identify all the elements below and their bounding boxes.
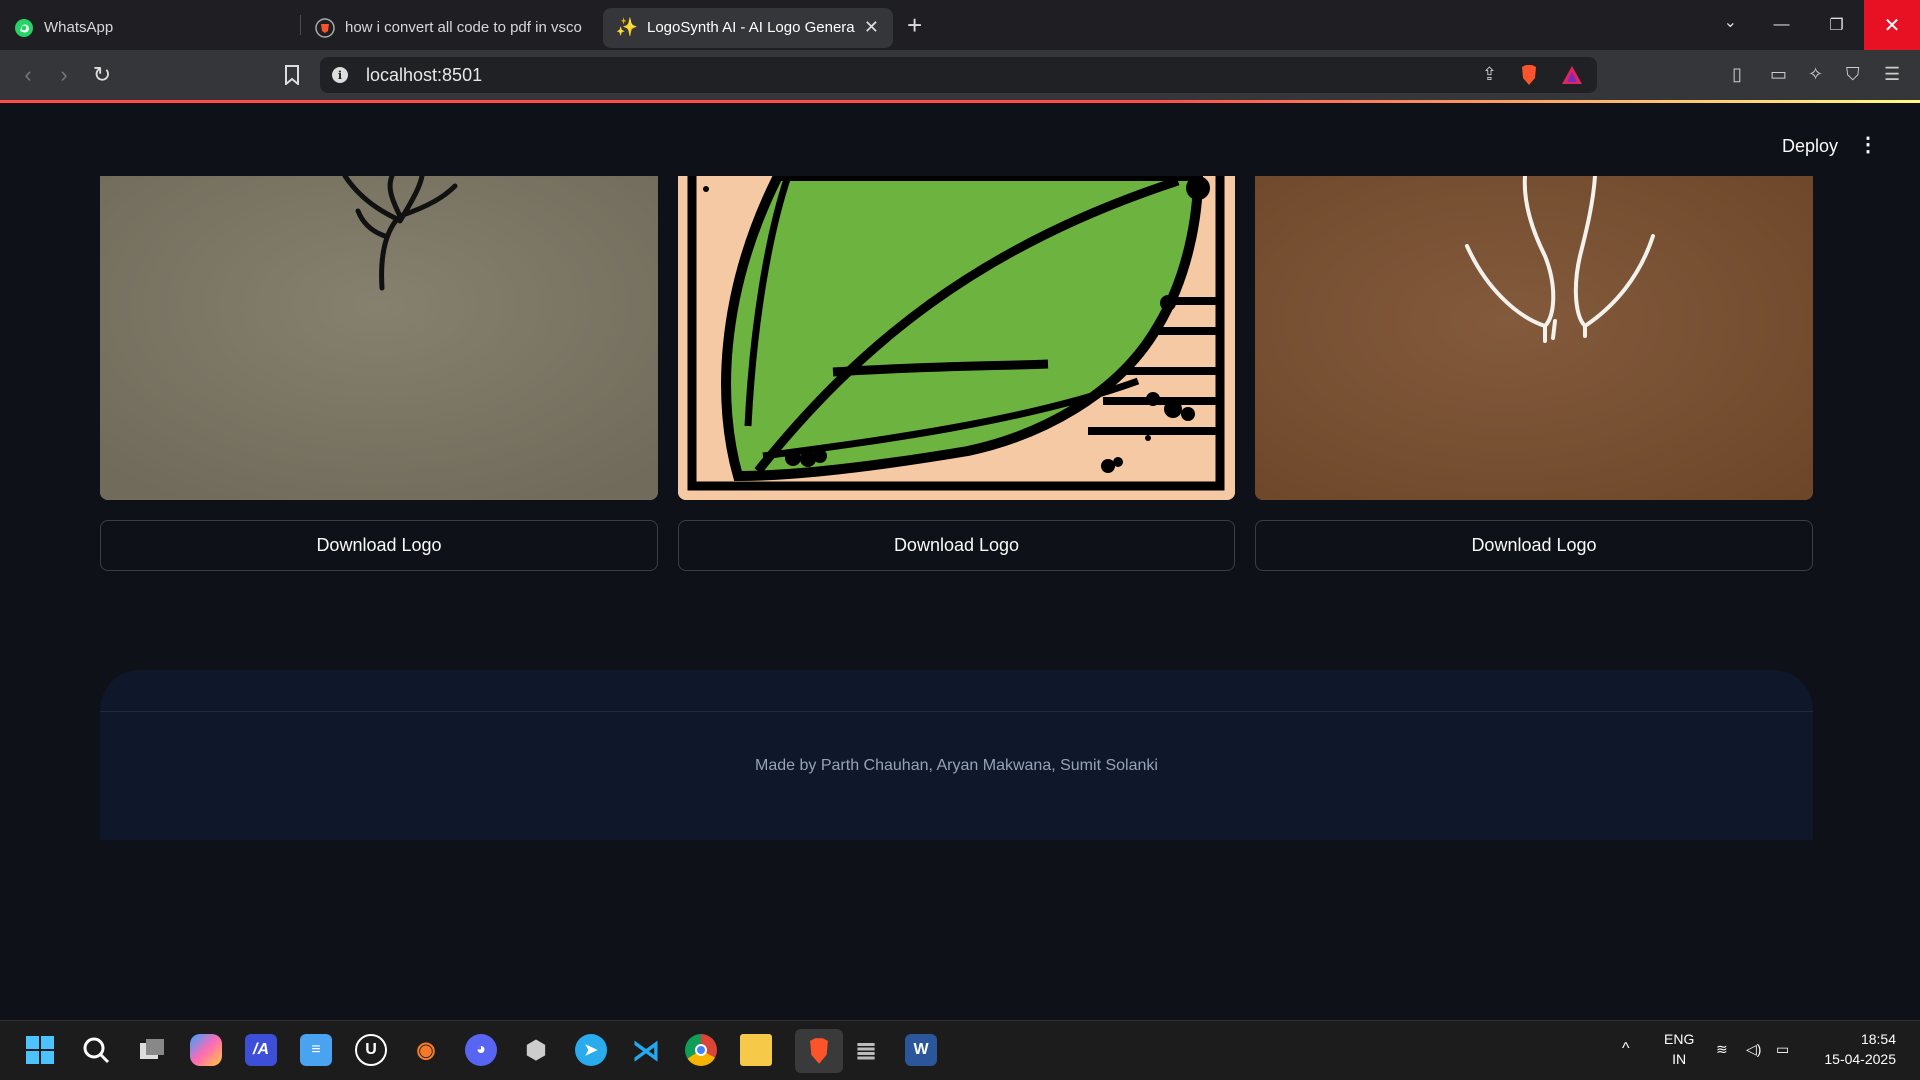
volume-icon[interactable]: ◁) (1746, 1039, 1761, 1059)
date: 15-04-2025 (1824, 1051, 1896, 1067)
leo-ai-icon[interactable]: ✧ (1808, 64, 1823, 85)
discord-icon[interactable]: ◕ (465, 1034, 497, 1066)
tab-logosynth[interactable]: ✨ LogoSynth AI - AI Logo Genera ✕ (603, 7, 893, 48)
reload-icon[interactable]: ↻ (84, 57, 120, 93)
forward-icon[interactable]: › (46, 57, 82, 93)
brave-shields-icon[interactable] (1519, 64, 1539, 91)
close-window-icon[interactable]: ✕ (1864, 0, 1920, 50)
task-view-icon[interactable] (136, 1034, 168, 1066)
footer-divider (100, 711, 1813, 712)
database-icon[interactable]: ≣ (850, 1034, 882, 1066)
browser-tab-bar: WhatsApp how i convert all code to pdf i… (0, 0, 1920, 50)
wifi-icon[interactable]: ≋ (1716, 1039, 1728, 1059)
logo-image-3 (1255, 176, 1813, 500)
logo-image-1 (100, 176, 658, 500)
address-bar[interactable]: i localhost:8501 ⇪ (320, 57, 1597, 93)
tab-title: LogoSynth AI - AI Logo Genera (647, 19, 855, 36)
share-icon[interactable]: ⇪ (1482, 64, 1497, 85)
search-icon[interactable] (80, 1034, 112, 1066)
minimize-icon[interactable]: — (1754, 0, 1809, 50)
language-code: ENG (1664, 1031, 1695, 1047)
brave-rewards-icon[interactable] (1561, 65, 1583, 90)
notepad-icon[interactable]: ≡ (300, 1034, 332, 1066)
chrome-icon[interactable] (685, 1034, 717, 1066)
windows-start-icon[interactable] (24, 1034, 56, 1066)
battery-icon[interactable]: ▭ (1776, 1039, 1789, 1059)
word-icon[interactable]: W (905, 1034, 937, 1066)
tab-list-chevron-icon[interactable]: ⌄ (1724, 12, 1737, 32)
back-icon[interactable]: ‹ (10, 57, 46, 93)
download-logo-button-1[interactable]: Download Logo (100, 520, 658, 571)
language-indicator[interactable]: ENG IN (1664, 1029, 1694, 1069)
file-explorer-icon[interactable] (740, 1034, 772, 1066)
tab-title: WhatsApp (44, 19, 114, 36)
app-page: Deploy ⋮ Download Logo Download Logo Dow… (0, 103, 1920, 1020)
brave-browser-icon[interactable] (795, 1029, 843, 1073)
deploy-button[interactable]: Deploy (1782, 136, 1838, 157)
blender-icon[interactable]: ◉ (410, 1034, 442, 1066)
region-code: IN (1672, 1051, 1687, 1067)
download-logo-button-2[interactable]: Download Logo (678, 520, 1235, 571)
vscode-icon[interactable]: ⋊ (630, 1034, 662, 1066)
download-logo-button-3[interactable]: Download Logo (1255, 520, 1813, 571)
copilot-icon[interactable] (190, 1034, 222, 1066)
site-info-icon[interactable]: i (332, 67, 348, 83)
taskbar: /A ≡ U ◉ ◕ ⬢ ➤ ⋊ ≣ W ^ ENG IN ≋ ◁) ▭ 18:… (0, 1020, 1920, 1080)
menu-icon[interactable]: ☰ (1884, 64, 1900, 85)
whatsapp-icon (14, 18, 34, 38)
sparkles-icon: ✨ (615, 17, 639, 37)
footer-credits: Made by Parth Chauhan, Aryan Makwana, Su… (755, 757, 1158, 774)
tab-search[interactable]: how i convert all code to pdf in vsco (301, 8, 603, 48)
time: 18:54 (1860, 1031, 1896, 1047)
close-tab-icon[interactable]: ✕ (864, 17, 879, 38)
main-menu-icon[interactable]: ⋮ (1858, 135, 1878, 155)
logo-image-2 (678, 176, 1235, 500)
window-controls: — ❐ ✕ (1754, 0, 1920, 50)
restore-icon[interactable]: ❐ (1809, 0, 1864, 50)
clock[interactable]: 18:54 15-04-2025 (1816, 1029, 1896, 1069)
tab-title: how i convert all code to pdf in vsco (345, 19, 582, 36)
tab-whatsapp[interactable]: WhatsApp (0, 8, 300, 48)
bookmark-icon[interactable] (274, 57, 310, 93)
show-hidden-icons-chevron[interactable]: ^ (1622, 1039, 1630, 1059)
url-text: localhost:8501 (366, 64, 483, 85)
vector-app-icon[interactable]: /A (245, 1034, 277, 1066)
telegram-icon[interactable]: ➤ (575, 1034, 607, 1066)
unreal-engine-icon[interactable]: U (355, 1034, 387, 1066)
new-tab-button[interactable]: + (907, 10, 922, 41)
sidebar-icon[interactable]: ▯ (1732, 64, 1742, 85)
footer: Made by Parth Chauhan, Aryan Makwana, Su… (100, 670, 1813, 840)
unity-icon[interactable]: ⬢ (520, 1034, 552, 1066)
wallet-icon[interactable]: ▭ (1770, 64, 1787, 85)
brave-search-icon (315, 17, 335, 38)
browser-toolbar: ‹ › ↻ i localhost:8501 ⇪ ▯ ▭ ✧ ⛉ ☰ (0, 50, 1920, 100)
vpn-icon[interactable]: ⛉ (1846, 64, 1860, 85)
